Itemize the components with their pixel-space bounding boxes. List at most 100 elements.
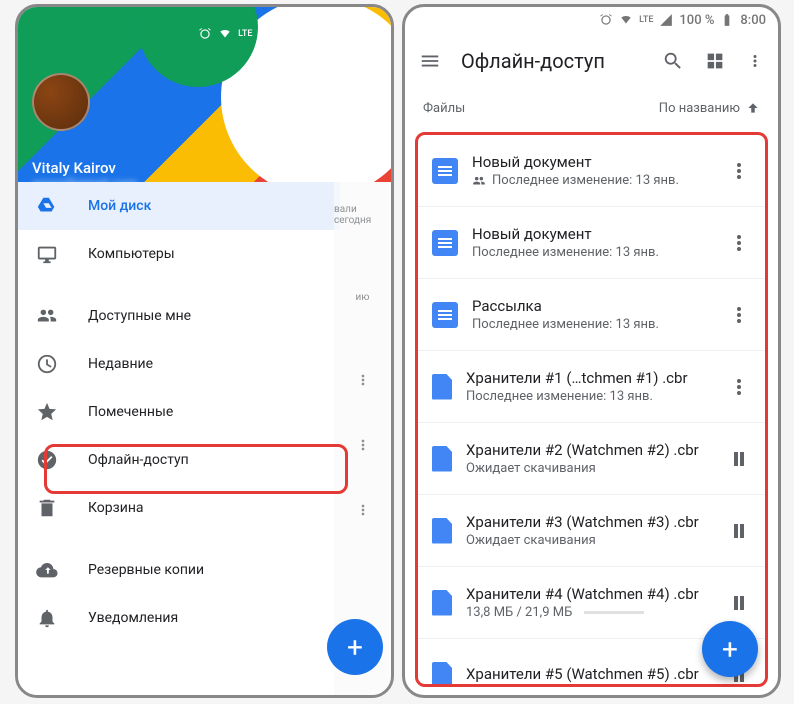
file-item[interactable]: Хранители #3 (Watchmen #3) .cbr Ожидает с… [418, 495, 765, 567]
file-icon [432, 590, 452, 616]
drive-icon [36, 195, 58, 217]
file-list[interactable]: Новый документ Последнее изменение: 13 ян… [418, 135, 765, 687]
grid-view-icon[interactable] [704, 50, 726, 72]
file-info: Хранители #3 (Watchmen #3) .cbr Ожидает с… [466, 513, 713, 548]
drawer-label: Резервные копии [88, 562, 204, 578]
file-item[interactable]: Хранители #1 (…tchmen #1) .cbrПоследнее … [418, 351, 765, 423]
file-info: Новый документ Последнее изменение: 13 ян… [472, 225, 713, 260]
signal-icon [659, 13, 673, 27]
clock-icon [36, 353, 58, 375]
more-icon[interactable] [727, 303, 751, 327]
drawer-item-recent[interactable]: Недавние [18, 340, 340, 388]
wifi-icon [218, 27, 232, 41]
account-dropdown-icon[interactable] [361, 148, 373, 160]
pause-icon[interactable] [727, 447, 751, 471]
file-title: Новый документ [472, 153, 713, 171]
drawer-label: Недавние [88, 356, 153, 372]
peek-text: вали сегодня [334, 182, 391, 247]
file-info: Новый документ Последнее изменение: 13 ян… [472, 153, 713, 188]
file-item[interactable]: Хранители #2 (Watchmen #2) .cbr Ожидает с… [418, 423, 765, 495]
phone-right-offline-view: LTE 100 % 8:00 Офлайн-доступ Файлы По на… [402, 4, 781, 698]
drawer-label: Компьютеры [88, 246, 175, 262]
drawer-label: Корзина [88, 500, 144, 516]
file-title: Хранители #3 (Watchmen #3) .cbr [466, 513, 713, 531]
wifi-icon [619, 13, 633, 27]
clock: 8:00 [339, 27, 365, 42]
file-item[interactable]: Новый документ Последнее изменение: 13 ян… [418, 207, 765, 279]
page-title: Офлайн-доступ [461, 49, 642, 73]
battery-percent: 100 % [679, 13, 714, 28]
drawer-label: Мой диск [88, 198, 151, 214]
file-info: Рассылка Последнее изменение: 13 янв. [472, 297, 713, 332]
drawer-item-computers[interactable]: Компьютеры [18, 230, 340, 278]
drawer-item-starred[interactable]: Помеченные [18, 388, 340, 436]
sort-button[interactable]: По названию [659, 101, 760, 116]
file-title: Новый документ [472, 225, 713, 243]
sort-label: По названию [659, 101, 740, 116]
sort-bar: Файлы По названию [405, 89, 778, 127]
computer-icon [36, 243, 58, 265]
file-icon [432, 518, 452, 544]
clock: 8:00 [740, 13, 766, 28]
drawer-header: LTE 100 % 8:00 Vitaly Kairov xxxxx@gmail… [18, 7, 391, 182]
drawer-label: Доступные мне [88, 308, 191, 324]
peek-sort: ию [334, 247, 391, 347]
file-item[interactable]: Рассылка Последнее изменение: 13 янв. [418, 279, 765, 351]
annotation-highlight [44, 444, 348, 494]
pause-icon[interactable] [727, 519, 751, 543]
alarm-icon [198, 27, 212, 41]
pause-icon[interactable] [727, 591, 751, 615]
file-subtitle: Последнее изменение: 13 янв. [472, 317, 713, 332]
file-title: Хранители #5 (Watchmen #5) .cbr [466, 665, 713, 683]
file-title: Рассылка [472, 297, 713, 315]
battery-icon [319, 27, 333, 41]
more-icon[interactable] [727, 375, 751, 399]
file-icon [432, 374, 452, 400]
fab-add[interactable]: + [327, 619, 383, 675]
avatar[interactable] [32, 73, 90, 131]
file-item[interactable]: Новый документ Последнее изменение: 13 ян… [418, 135, 765, 207]
more-icon[interactable] [727, 159, 751, 183]
doc-icon [432, 158, 458, 184]
file-info: Хранители #2 (Watchmen #2) .cbr Ожидает с… [466, 441, 713, 476]
drawer-item-my-drive[interactable]: Мой диск [18, 182, 340, 230]
file-subtitle: Ожидает скачивания [466, 461, 713, 476]
star-icon [36, 401, 58, 423]
search-icon[interactable] [662, 50, 684, 72]
file-title: Хранители #2 (Watchmen #2) .cbr [466, 441, 713, 459]
file-icon [432, 446, 452, 472]
file-subtitle: Ожидает скачивания [466, 533, 713, 548]
signal-icon [258, 27, 272, 41]
drawer-label: Помеченные [88, 404, 173, 420]
section-label: Файлы [423, 101, 465, 116]
shared-icon [472, 174, 486, 188]
status-bar: LTE 100 % 8:00 [405, 7, 778, 33]
file-info: Хранители #1 (…tchmen #1) .cbrПоследнее … [466, 369, 713, 404]
fab-add[interactable]: + [702, 621, 758, 677]
more-icon[interactable] [727, 231, 751, 255]
appbar: Офлайн-доступ [405, 33, 778, 89]
drawer-body: Мой диск Компьютеры Доступные мне Недавн… [18, 182, 340, 695]
file-icon [432, 662, 452, 688]
doc-icon [432, 230, 458, 256]
lte-label: LTE [238, 29, 252, 39]
more-icon[interactable] [746, 50, 764, 72]
drawer-item-notifications[interactable]: Уведомления [18, 594, 340, 642]
more-icon[interactable] [355, 372, 371, 388]
backup-icon [36, 559, 58, 581]
progress-bar [584, 611, 644, 614]
user-name: Vitaly Kairov [32, 159, 377, 177]
file-subtitle: Последнее изменение: 13 янв. [472, 245, 713, 260]
lte-label: LTE [639, 15, 653, 25]
file-info: Хранители #5 (Watchmen #5) .cbr [466, 665, 713, 685]
alarm-icon [599, 13, 613, 27]
file-info: Хранители #4 (Watchmen #4) .cbr13,8 МБ /… [466, 585, 713, 620]
menu-icon[interactable] [419, 50, 441, 72]
status-bar: LTE 100 % 8:00 [32, 21, 377, 47]
file-subtitle: Последнее изменение: 13 янв. [472, 173, 713, 188]
drawer-item-backup[interactable]: Резервные копии [18, 546, 340, 594]
drawer-item-shared[interactable]: Доступные мне [18, 292, 340, 340]
more-icon[interactable] [355, 502, 371, 518]
more-icon[interactable] [355, 437, 371, 453]
people-icon [36, 305, 58, 327]
